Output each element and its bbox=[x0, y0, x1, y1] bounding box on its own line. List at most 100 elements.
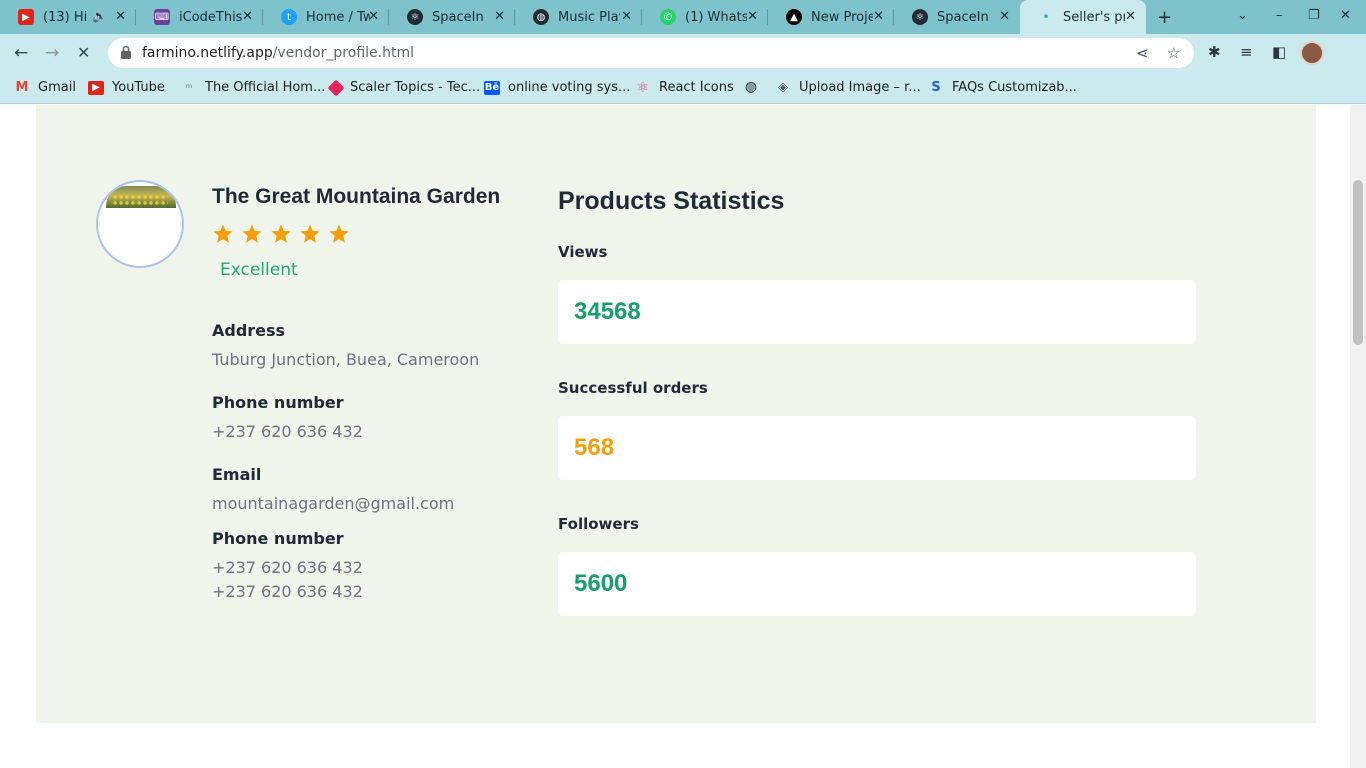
address-value: Tuburg Junction, Buea, Cameroon bbox=[212, 350, 480, 369]
s-logo-icon: S bbox=[931, 80, 941, 95]
close-icon[interactable]: ✕ bbox=[1125, 9, 1136, 24]
globe-icon: ◍ bbox=[744, 79, 758, 95]
profile-avatar[interactable] bbox=[1300, 41, 1324, 65]
globe-icon: ◍ bbox=[533, 9, 549, 25]
close-icon[interactable]: ✕ bbox=[368, 9, 379, 24]
orders-card: 568 bbox=[558, 416, 1196, 480]
bookmark-react-icons[interactable]: ⚛ React Icons bbox=[635, 79, 734, 96]
star-rating bbox=[212, 223, 357, 245]
rating-label: Excellent bbox=[220, 260, 298, 280]
close-icon[interactable]: ✕ bbox=[242, 9, 253, 24]
close-icon[interactable]: ✕ bbox=[621, 9, 632, 24]
bookmark-gmail[interactable]: M Gmail bbox=[14, 80, 76, 95]
maximize-icon[interactable]: ❐ bbox=[1308, 8, 1320, 23]
minimize-icon[interactable]: – bbox=[1276, 8, 1283, 23]
url-path: /vendor_profile.html bbox=[272, 45, 414, 61]
orders-label: Successful orders bbox=[558, 379, 708, 397]
star-icon bbox=[213, 224, 233, 243]
vendor-avatar bbox=[96, 180, 184, 268]
tab-whatsapp[interactable]: ✆ (1) WhatsA ✕ bbox=[642, 0, 768, 34]
bookmark-label: React Icons bbox=[659, 80, 734, 95]
tab-label: Music Play bbox=[558, 9, 620, 25]
orders-value: 568 bbox=[574, 434, 615, 461]
vercel-icon: ▲ bbox=[786, 9, 802, 25]
tab-label: Seller's pro bbox=[1063, 9, 1125, 25]
bookmark-faqs[interactable]: S FAQs Customizab... bbox=[928, 80, 1077, 95]
gmail-icon: M bbox=[15, 80, 29, 95]
bookmark-star-icon[interactable]: ☆ bbox=[1167, 44, 1180, 62]
url-host: farmino.netlify.app bbox=[142, 45, 273, 61]
bookmark-scaler-topics[interactable]: Scaler Topics - Tec... bbox=[327, 79, 481, 96]
tab-spacein[interactable]: ⚛ SpaceIn ✕ bbox=[389, 0, 515, 34]
address-label: Address bbox=[212, 321, 286, 340]
bookmark-globe[interactable]: ◍ bbox=[743, 79, 767, 95]
tab-twitter[interactable]: t Home / Tw ✕ bbox=[263, 0, 389, 34]
extensions-icon[interactable]: ✱ bbox=[1208, 43, 1221, 61]
new-tab-button[interactable]: + bbox=[1157, 7, 1172, 28]
stack-icon: ◈ bbox=[778, 80, 788, 95]
back-icon[interactable]: ← bbox=[14, 43, 28, 63]
vendor-photo-detail bbox=[112, 194, 168, 206]
close-icon[interactable]: ✕ bbox=[494, 9, 505, 24]
address-bar[interactable]: farmino.netlify.app/vendor_profile.html … bbox=[108, 38, 1194, 68]
close-window-icon[interactable]: ✕ bbox=[1340, 8, 1351, 23]
page-scrollbar[interactable] bbox=[1350, 105, 1366, 768]
tab-new-project[interactable]: ▲ New Proje ✕ bbox=[768, 0, 894, 34]
react-icon: ⚛ bbox=[636, 79, 650, 96]
views-label: Views bbox=[558, 243, 608, 261]
bookmark-youtube[interactable]: ▶ YouTube bbox=[88, 80, 165, 95]
close-icon[interactable]: ✕ bbox=[747, 9, 758, 24]
share-icon[interactable]: ⋖ bbox=[1136, 44, 1149, 62]
phone-label: Phone number bbox=[212, 393, 344, 412]
url-text: farmino.netlify.app/vendor_profile.html bbox=[142, 45, 414, 61]
close-icon[interactable]: ✕ bbox=[999, 9, 1010, 24]
bookmark-label: Scaler Topics - Tec... bbox=[350, 80, 481, 95]
side-panel-icon[interactable]: ◧ bbox=[1272, 43, 1286, 61]
bookmark-online-voting[interactable]: Bē online voting sys... bbox=[484, 80, 630, 95]
stop-loading-icon[interactable]: ✕ bbox=[77, 43, 90, 62]
bookmark-label: Gmail bbox=[38, 80, 76, 95]
tab-spacein-2[interactable]: ⚛ SpaceIn ✕ bbox=[894, 0, 1020, 34]
tab-youtube[interactable]: ▶ (13) Hi 🔈 ✕ bbox=[0, 0, 136, 34]
bookmark-label: The Official Hom... bbox=[205, 80, 326, 95]
youtube-icon: ▶ bbox=[88, 80, 104, 95]
views-value: 34568 bbox=[574, 298, 641, 325]
bookmark-label: Upload Image – r... bbox=[799, 80, 921, 95]
star-icon bbox=[271, 224, 291, 243]
tab-music-player[interactable]: ◍ Music Play ✕ bbox=[515, 0, 642, 34]
tab-label: (1) WhatsA bbox=[685, 9, 747, 25]
tab-sellers-profile[interactable]: • Seller's pro ✕ bbox=[1020, 0, 1146, 34]
tab-label: (13) Hi bbox=[43, 9, 87, 25]
whatsapp-icon: ✆ bbox=[660, 9, 676, 25]
phone-value: +237 620 636 432 bbox=[212, 422, 363, 441]
star-icon bbox=[300, 224, 320, 243]
tab-icodethis[interactable]: ⌨ iCodeThis ✕ bbox=[136, 0, 263, 34]
site-icon: ᵐ bbox=[185, 80, 193, 95]
lock-icon bbox=[121, 45, 131, 59]
scrollbar-thumb[interactable] bbox=[1353, 180, 1363, 345]
netlify-icon: • bbox=[1042, 10, 1050, 24]
react-icon: ⚛ bbox=[912, 9, 928, 25]
close-icon[interactable]: ✕ bbox=[115, 9, 126, 24]
star-icon bbox=[242, 224, 262, 243]
speaker-icon[interactable]: 🔈 bbox=[92, 9, 107, 23]
forward-icon[interactable]: → bbox=[45, 43, 59, 63]
behance-icon: Bē bbox=[484, 80, 500, 95]
bookmark-upload-image[interactable]: ◈ Upload Image – r... bbox=[775, 80, 921, 95]
page-viewport: The Great Mountaina Garden Excellent Add… bbox=[0, 105, 1350, 768]
bookmark-official-home[interactable]: ᵐ The Official Hom... bbox=[181, 80, 325, 95]
tab-search-icon[interactable]: ⌄ bbox=[1237, 8, 1248, 23]
email-value: mountainagarden@gmail.com bbox=[212, 494, 455, 513]
browser-toolbar: ← → ✕ farmino.netlify.app/vendor_profile… bbox=[0, 34, 1366, 72]
followers-card: 5600 bbox=[558, 552, 1196, 616]
keyboard-icon: ⌨ bbox=[154, 9, 170, 25]
email-label: Email bbox=[212, 465, 262, 484]
close-icon[interactable]: ✕ bbox=[873, 9, 884, 24]
bookmark-label: YouTube bbox=[112, 80, 165, 95]
tab-label: Home / Tw bbox=[306, 9, 370, 25]
followers-value: 5600 bbox=[574, 570, 628, 597]
media-control-icon[interactable]: ≡ bbox=[1240, 43, 1253, 61]
tab-label: New Proje bbox=[811, 9, 873, 25]
react-icon: ⚛ bbox=[407, 9, 423, 25]
scaler-icon bbox=[327, 79, 345, 96]
